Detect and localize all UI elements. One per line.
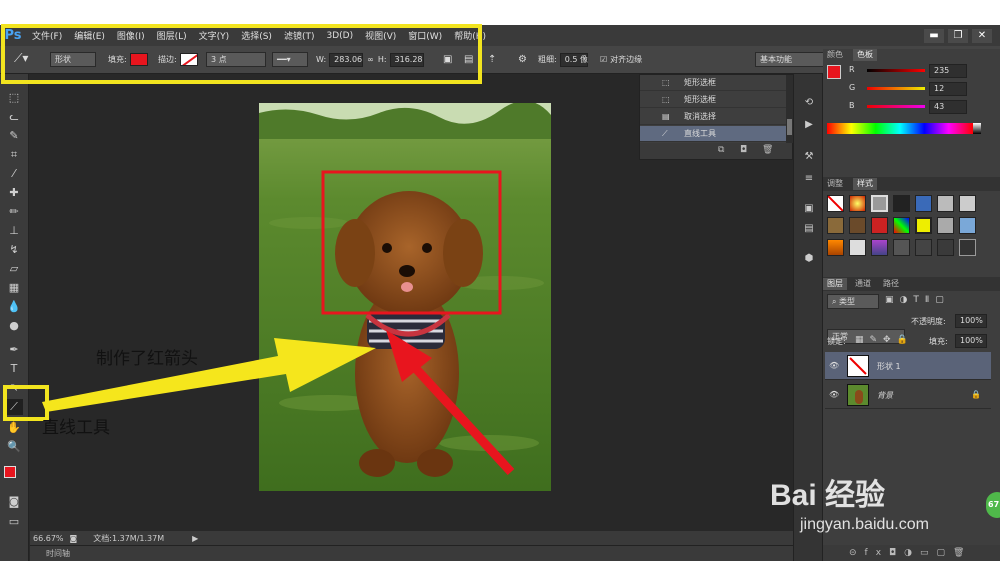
line-tool-highlight-box [3, 385, 49, 421]
annotation-arrow-text: 制作了红箭头 [96, 349, 198, 369]
red-arrow-shaft [404, 356, 515, 476]
badge-bubble[interactable]: 67 [986, 492, 1000, 518]
toolbar-highlight-box [1, 24, 482, 84]
baidu-watermark-url: jingyan.baidu.com [800, 516, 929, 533]
yellow-arrow [42, 338, 376, 412]
annotation-tool-text: 直线工具 [42, 418, 110, 438]
red-rectangle [321, 170, 502, 315]
baidu-watermark-logo: Bai 经验 [770, 479, 886, 512]
